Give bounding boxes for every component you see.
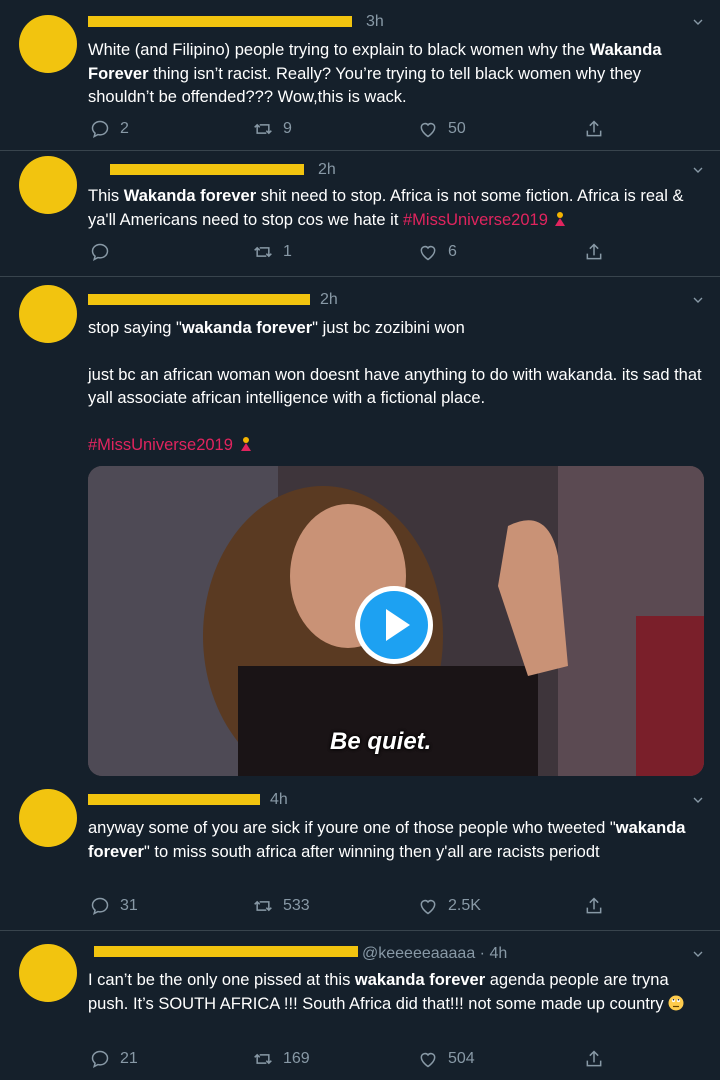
- reply-button[interactable]: [90, 242, 120, 262]
- redacted-username: [88, 294, 310, 305]
- share-button[interactable]: [584, 1049, 614, 1069]
- divider: [0, 150, 720, 151]
- tweet-actions: 2 9 50: [88, 119, 618, 143]
- tweet-actions: 1 6: [88, 242, 618, 266]
- share-button[interactable]: [584, 242, 614, 262]
- retweet-button[interactable]: 533: [253, 896, 310, 916]
- reply-button[interactable]: 21: [90, 1049, 138, 1069]
- share-icon: [584, 1049, 604, 1069]
- reply-button[interactable]: 2: [90, 119, 129, 139]
- hashtag-link[interactable]: #MissUniverse2019: [88, 436, 233, 454]
- tweet-text: anyway some of you are sick if youre one…: [88, 819, 686, 861]
- redacted-username: [88, 16, 352, 27]
- retweet-icon: [253, 896, 273, 916]
- tweet-time: 3h: [366, 13, 384, 30]
- avatar[interactable]: [19, 156, 77, 214]
- chevron-down-icon[interactable]: [690, 792, 706, 808]
- retweet-count: 169: [283, 1050, 310, 1067]
- share-icon: [584, 119, 604, 139]
- chevron-down-icon[interactable]: [690, 14, 706, 30]
- like-count: 504: [448, 1050, 475, 1067]
- play-icon: [386, 609, 410, 641]
- share-button[interactable]: [584, 119, 614, 139]
- woman-emoji-icon: [240, 436, 251, 451]
- avatar[interactable]: [19, 15, 77, 73]
- divider: [0, 276, 720, 277]
- like-icon: [418, 119, 438, 139]
- like-button[interactable]: 50: [418, 119, 466, 139]
- chevron-down-icon[interactable]: [690, 292, 706, 308]
- woman-emoji-icon: [555, 211, 566, 226]
- retweet-button[interactable]: 1: [253, 242, 292, 262]
- reply-icon: [90, 1049, 110, 1069]
- like-button[interactable]: 2.5K: [418, 896, 481, 916]
- tweet-time: 4h: [270, 791, 288, 808]
- tweet-time: 2h: [320, 291, 338, 308]
- redacted-username: [110, 164, 304, 175]
- retweet-icon: [253, 1049, 273, 1069]
- play-button[interactable]: [355, 586, 433, 664]
- tweet-actions: 31 533 2.5K: [88, 896, 618, 920]
- retweet-icon: [253, 242, 273, 262]
- share-button[interactable]: [584, 896, 614, 916]
- like-button[interactable]: 504: [418, 1049, 475, 1069]
- tweet-time: 2h: [318, 161, 336, 178]
- eye-roll-emoji-icon: [668, 995, 684, 1010]
- video-thumbnail[interactable]: Be quiet.: [88, 466, 704, 776]
- share-icon: [584, 896, 604, 916]
- tweet-text: stop saying "wakanda forever" just bc zo…: [88, 319, 702, 454]
- reply-count: 21: [120, 1050, 138, 1067]
- like-icon: [418, 1049, 438, 1069]
- tweet-handle-time: @keeeeeaaaaa · 4h: [362, 945, 508, 962]
- reply-count: 2: [120, 120, 129, 137]
- reply-icon: [90, 242, 110, 262]
- share-icon: [584, 242, 604, 262]
- redacted-username: [94, 946, 358, 957]
- divider: [0, 930, 720, 931]
- reply-button[interactable]: 31: [90, 896, 138, 916]
- video-caption: Be quiet.: [330, 728, 432, 755]
- retweet-count: 1: [283, 243, 292, 260]
- reply-icon: [90, 119, 110, 139]
- tweet-text: This Wakanda forever shit need to stop. …: [88, 187, 684, 229]
- chevron-down-icon[interactable]: [690, 162, 706, 178]
- retweet-icon: [253, 119, 273, 139]
- reply-count: 31: [120, 897, 138, 914]
- like-count: 6: [448, 243, 457, 260]
- tweet-actions: 21 169 504: [88, 1049, 618, 1073]
- redacted-username: [88, 794, 260, 805]
- tweet-text: White (and Filipino) people trying to ex…: [88, 41, 662, 106]
- avatar[interactable]: [19, 285, 77, 343]
- like-count: 50: [448, 120, 466, 137]
- like-icon: [418, 242, 438, 262]
- tweet-text: I can’t be the only one pissed at this w…: [88, 969, 706, 1016]
- hashtag-link[interactable]: #MissUniverse2019: [403, 211, 548, 229]
- like-icon: [418, 896, 438, 916]
- avatar[interactable]: [19, 944, 77, 1002]
- avatar[interactable]: [19, 789, 77, 847]
- retweet-count: 9: [283, 120, 292, 137]
- like-button[interactable]: 6: [418, 242, 457, 262]
- chevron-down-icon[interactable]: [690, 946, 706, 962]
- retweet-button[interactable]: 9: [253, 119, 292, 139]
- retweet-count: 533: [283, 897, 310, 914]
- retweet-button[interactable]: 169: [253, 1049, 310, 1069]
- like-count: 2.5K: [448, 897, 481, 914]
- reply-icon: [90, 896, 110, 916]
